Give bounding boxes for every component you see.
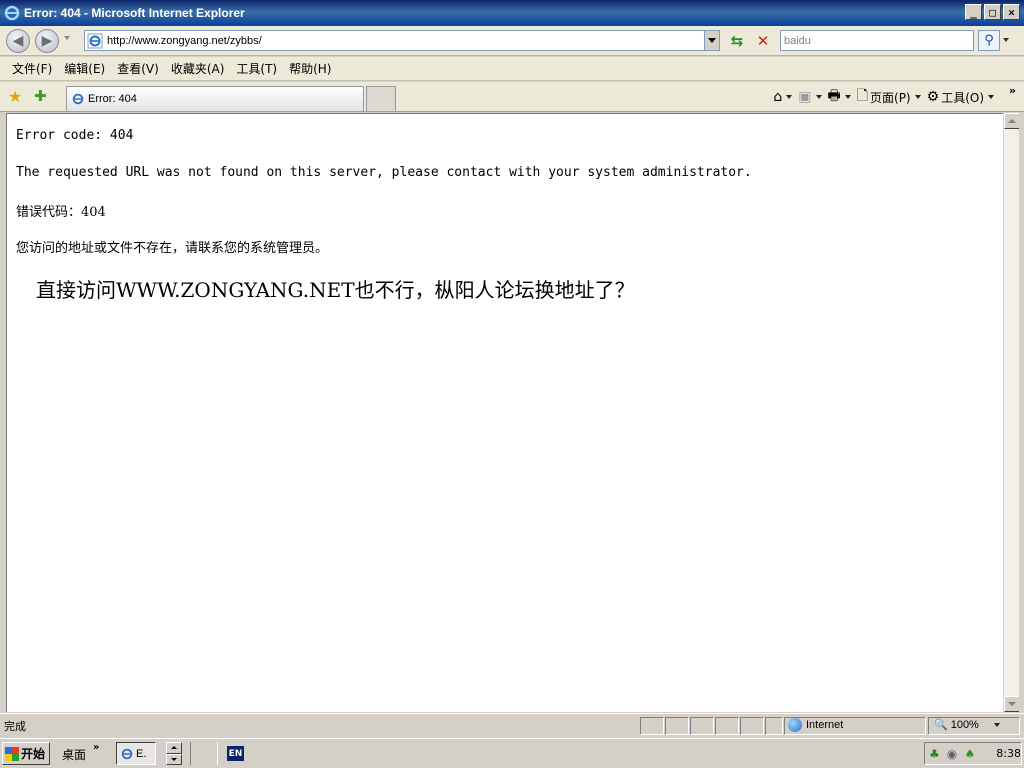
back-button[interactable]: ◀ — [6, 29, 30, 53]
favorites-star-icon[interactable]: ★ — [8, 87, 22, 106]
start-button[interactable]: 开始 — [2, 742, 50, 765]
tools-menu-label: 工具(O) — [941, 90, 984, 105]
toolbar-overflow-chevron[interactable]: » — [1009, 84, 1016, 97]
status-panel — [715, 717, 739, 735]
status-text: 完成 — [4, 720, 26, 733]
scroll-down-button[interactable] — [1004, 696, 1020, 712]
home-button[interactable]: ⌂ — [773, 89, 793, 105]
clock: 8:38 — [996, 747, 1021, 760]
menu-favorites[interactable]: 收藏夹(A) — [165, 58, 231, 79]
menu-help[interactable]: 帮助(H) — [283, 58, 337, 79]
menu-tools[interactable]: 工具(T) — [230, 58, 283, 79]
taskbar-scroll-down[interactable] — [166, 753, 182, 765]
maximize-button[interactable]: □ — [984, 4, 1001, 20]
security-zone[interactable]: Internet — [788, 718, 843, 732]
printer-icon: 🖶 — [827, 88, 841, 104]
ie-tab-icon — [72, 93, 84, 105]
menu-file[interactable]: 文件(F) — [6, 58, 58, 79]
status-panel — [765, 717, 783, 735]
window-title: Error: 404 - Microsoft Internet Explorer — [24, 6, 245, 20]
search-value[interactable]: baidu — [784, 35, 811, 47]
page-content: Error code: 404 The requested URL was no… — [6, 113, 1003, 712]
rss-icon: ▣ — [798, 89, 812, 105]
address-dropdown-button[interactable] — [704, 31, 719, 50]
tray-app-icon[interactable]: ♠ — [965, 747, 979, 761]
stop-button[interactable]: ✕ — [753, 31, 773, 50]
feeds-button[interactable]: ▣ — [798, 89, 822, 105]
forward-button[interactable]: ▶ — [35, 29, 59, 53]
desktop-toolbar-chevron[interactable]: » — [93, 742, 99, 753]
url-text[interactable]: http://www.zongyang.net/zybbs/ — [107, 35, 262, 47]
tab-bar: ★ ✚ Error: 404 ⌂ ▣ 🖶 🗋 页面(P) ⚙ 工具(O) » — [0, 82, 1024, 112]
system-tray: ♣ ◉ ♠ 8:38 — [924, 742, 1022, 765]
stop-icon: ✕ — [756, 31, 770, 50]
title-bar: Error: 404 - Microsoft Internet Explorer… — [0, 0, 1024, 26]
add-favorites-icon[interactable]: ✚ — [34, 87, 47, 105]
recent-pages-dropdown[interactable] — [64, 36, 70, 40]
language-indicator[interactable]: EN — [227, 746, 244, 761]
taskbar-ie-label: E. — [136, 747, 147, 760]
error-code-cn-line: 错误代码：404 — [16, 205, 106, 220]
tab-active[interactable]: Error: 404 — [66, 86, 364, 111]
error-message-cn-line: 您访问的地址或文件不存在，请联系您的系统管理员。 — [16, 241, 329, 256]
windows-logo-icon — [5, 746, 19, 761]
taskbar-ie-button[interactable]: E. — [116, 742, 156, 765]
home-icon: ⌂ — [773, 89, 783, 105]
annotation-text: 直接访问WWW.ZONGYANG.NET也不行，枞阳人论坛换地址了？ — [36, 278, 635, 302]
error-code-line: Error code: 404 — [16, 128, 134, 143]
search-button[interactable]: ⚲ — [978, 30, 1000, 51]
page-icon: 🗋 — [856, 88, 869, 104]
close-button[interactable]: × — [1003, 4, 1020, 20]
gear-icon: ⚙ — [926, 89, 940, 105]
refresh-icon: ⇆ — [730, 31, 744, 50]
start-label: 开始 — [21, 747, 46, 761]
window-edge — [1019, 113, 1024, 712]
new-tab-button[interactable] — [366, 86, 396, 111]
search-icon: ⚲ — [984, 33, 994, 48]
zoom-control[interactable]: 🔍 100% — [934, 718, 1000, 731]
ie-page-icon — [87, 33, 103, 48]
taskbar-divider — [190, 742, 218, 765]
page-menu-button[interactable]: 🗋 页面(P) — [857, 85, 921, 109]
zoom-level: 100% — [950, 718, 979, 731]
menu-edit[interactable]: 编辑(E) — [58, 58, 111, 79]
status-panel — [640, 717, 664, 735]
status-panel — [740, 717, 764, 735]
zoom-magnifier-icon: 🔍 — [934, 719, 948, 731]
back-arrow-icon: ◀ — [12, 33, 24, 49]
network-icon[interactable]: ♣ — [929, 747, 943, 761]
address-bar[interactable]: http://www.zongyang.net/zybbs/ — [84, 30, 720, 51]
taskbar-scroll[interactable] — [166, 742, 182, 765]
ie-task-icon — [121, 748, 133, 759]
minimize-button[interactable]: _ — [965, 4, 982, 20]
status-panel — [690, 717, 714, 735]
taskbar-scroll-up[interactable] — [166, 742, 182, 754]
tools-menu-button[interactable]: ⚙ 工具(O) — [927, 89, 994, 106]
menu-view[interactable]: 查看(V) — [111, 58, 165, 79]
taskbar: 开始 桌面 » E. EN ♣ ◉ ♠ 8:38 — [0, 738, 1024, 768]
forward-arrow-icon: ▶ — [41, 33, 53, 49]
desktop-toolbar-label[interactable]: 桌面 — [62, 746, 86, 763]
status-panel — [665, 717, 689, 735]
globe-icon — [788, 718, 802, 732]
refresh-button[interactable]: ⇆ — [727, 31, 747, 50]
vertical-scrollbar[interactable] — [1003, 113, 1020, 712]
address-toolbar: ◀ ▶ http://www.zongyang.net/zybbs/ ⇆ ✕ b… — [0, 26, 1024, 56]
page-menu-label: 页面(P) — [870, 90, 911, 105]
ie-logo-icon — [4, 5, 20, 21]
error-message-line: The requested URL was not found on this … — [16, 165, 752, 180]
status-bar: 完成 Internet 🔍 100% — [0, 713, 1024, 737]
scroll-up-button[interactable] — [1004, 113, 1020, 129]
zone-label: Internet — [806, 719, 844, 731]
tab-label: Error: 404 — [88, 93, 137, 105]
print-button[interactable]: 🖶 — [828, 85, 851, 109]
command-bar: ⌂ ▣ 🖶 🗋 页面(P) ⚙ 工具(O) — [773, 86, 1018, 108]
menu-bar: 文件(F) 编辑(E) 查看(V) 收藏夹(A) 工具(T) 帮助(H) — [0, 57, 1024, 81]
search-input[interactable]: baidu — [780, 30, 974, 51]
volume-icon[interactable]: ◉ — [947, 747, 961, 761]
search-options-dropdown[interactable] — [1003, 38, 1009, 42]
